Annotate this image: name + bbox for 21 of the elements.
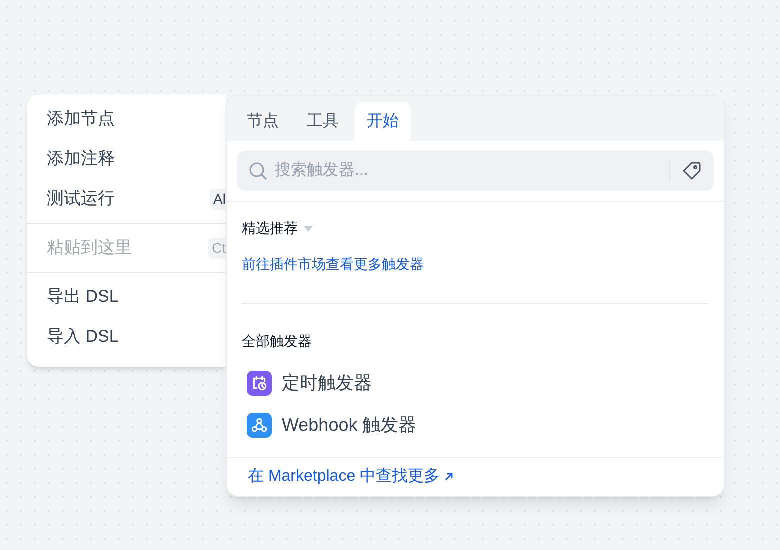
- shortcut-hint: Ct: [208, 238, 226, 258]
- external-link-icon: [444, 472, 454, 482]
- tag-icon[interactable]: [682, 161, 702, 181]
- menu-item[interactable]: 测试运行 Al: [27, 179, 226, 219]
- trigger-item[interactable]: 定时触发器: [247, 370, 704, 397]
- section-title: 精选推荐: [242, 219, 298, 238]
- search-icon: [249, 162, 267, 180]
- menu-item[interactable]: 导入 DSL: [27, 317, 226, 357]
- trigger-item[interactable]: Webhook 触发器: [247, 412, 704, 439]
- menu-item[interactable]: 添加节点: [27, 99, 226, 139]
- shortcut-hint: Al: [210, 188, 226, 210]
- section-title: 全部触发器: [242, 333, 312, 349]
- search-field[interactable]: 搜索触发器...: [237, 151, 714, 191]
- search-input[interactable]: 搜索触发器...: [275, 159, 657, 183]
- tab[interactable]: 开始: [355, 102, 411, 141]
- marketplace-link[interactable]: 前往插件市场查看更多触发器: [242, 256, 424, 272]
- menu-item[interactable]: 导出 DSL: [27, 277, 226, 317]
- marketplace-link[interactable]: 在 Marketplace 中查找更多: [248, 465, 440, 489]
- tab[interactable]: 节点: [235, 102, 291, 141]
- menu-item[interactable]: 添加注释: [27, 139, 226, 179]
- tab[interactable]: 工具: [295, 102, 351, 141]
